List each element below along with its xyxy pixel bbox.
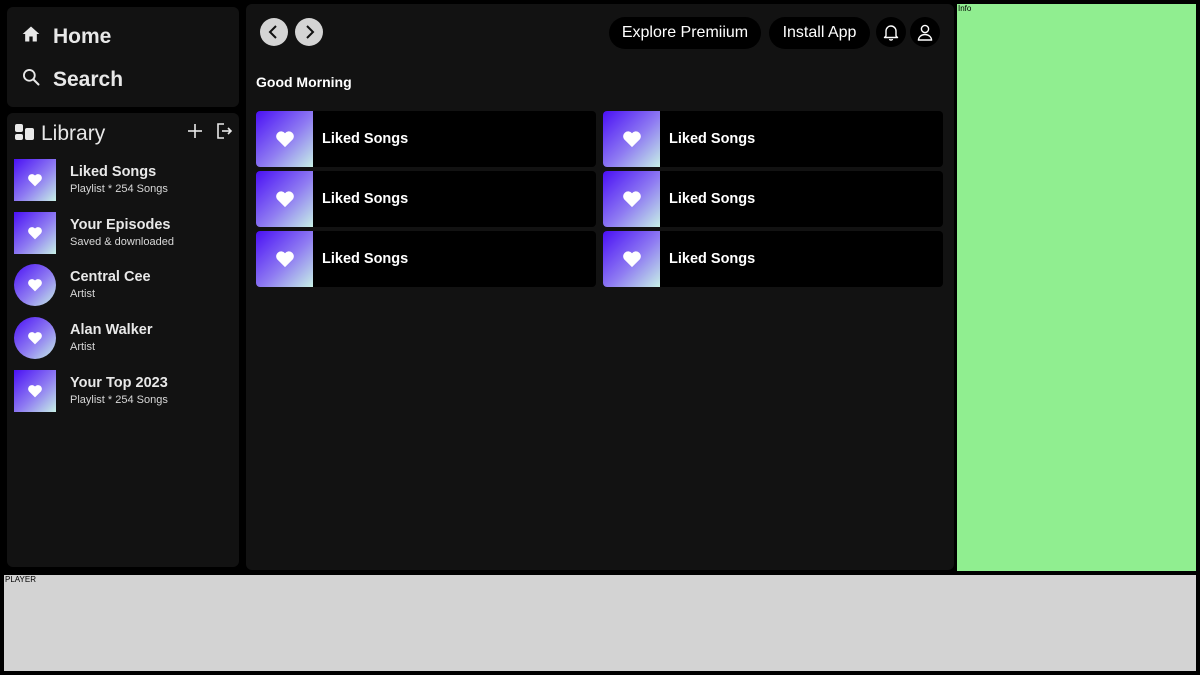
artist-avatar [14,317,56,360]
card-label: Liked Songs [322,131,409,147]
install-app-button[interactable]: Install App [769,17,870,49]
heart-icon [28,384,42,398]
nav-search[interactable]: Search [21,67,123,92]
library-item-alan-walker[interactable]: Alan Walker Artist [14,317,236,360]
heart-icon [275,251,294,268]
card-cover [603,231,660,287]
card-cover [256,171,313,227]
bell-icon [883,25,899,41]
quick-pick-card[interactable]: Liked Songs [603,111,943,167]
card-label: Liked Songs [669,251,756,267]
library-item-subtitle: Playlist * 254 Songs [70,183,168,195]
heart-icon [622,131,641,148]
greeting-heading: Good Morning [256,74,352,90]
playlist-cover [14,369,56,412]
quick-pick-card[interactable]: Liked Songs [256,231,596,287]
quick-pick-card[interactable]: Liked Songs [603,231,943,287]
chevron-right-icon [306,25,315,39]
back-button[interactable] [260,18,288,46]
quick-pick-card[interactable]: Liked Songs [256,171,596,227]
library-item-your-episodes[interactable]: Your Episodes Saved & downloaded [14,211,236,254]
player-bar-label: PLAYER [5,575,36,584]
nav-search-label: Search [53,67,124,91]
install-app-label: Install App [782,24,857,41]
profile-button[interactable] [910,17,940,47]
forward-button[interactable] [295,18,323,46]
library-item-subtitle: Artist [70,341,96,354]
user-icon [917,24,933,41]
card-cover [256,111,313,167]
search-icon [21,67,41,92]
artist-avatar [14,264,56,307]
info-panel-label: Info [958,4,972,13]
library-item-subtitle: Saved & downloaded [70,235,174,248]
library-title: Library [41,122,106,145]
sidebar-nav: Home Search [7,7,239,107]
heart-icon [622,191,641,208]
card-label: Liked Songs [322,191,409,207]
explore-premium-label: Explore Premiium [621,24,749,41]
quick-pick-card[interactable]: Liked Songs [256,111,596,167]
explore-premium-button[interactable]: Explore Premiium [609,17,761,49]
card-cover [256,231,313,287]
heart-icon [622,251,641,268]
card-cover [603,111,660,167]
library-panel: Library Liked Songs Playlist * 254 Songs [7,113,239,567]
heart-icon [28,332,42,345]
nav-home-label: Home [53,24,112,48]
heart-icon [275,131,294,148]
library-item-central-cee[interactable]: Central Cee Artist [14,264,236,307]
library-header: Library [15,122,233,150]
notifications-button[interactable] [876,17,906,47]
card-cover [603,171,660,227]
logout-icon[interactable] [215,122,233,140]
library-list: Liked Songs Playlist * 254 Songs Your Ep… [14,159,236,422]
library-item-your-top-2023[interactable]: Your Top 2023 Playlist * 254 Songs [14,369,236,412]
info-panel: Info [957,4,1196,571]
library-item-liked-songs[interactable]: Liked Songs Playlist * 254 Songs [14,159,236,201]
chevron-left-icon [268,25,277,39]
playlist-cover [14,159,56,201]
heart-icon [28,226,42,240]
app-window: Home Search Library Liked Songs Playlist… [0,0,1200,675]
library-item-title: Liked Songs [70,164,157,180]
library-item-title: Your Top 2023 [70,374,168,391]
library-item-subtitle: Playlist * 254 Songs [70,393,168,406]
library-item-subtitle: Artist [70,288,96,301]
library-icon [15,123,35,146]
home-icon [21,24,41,49]
library-item-title: Central Cee [70,269,151,286]
library-item-title: Your Episodes [70,216,171,233]
card-label: Liked Songs [322,251,409,267]
card-label: Liked Songs [669,131,756,147]
library-actions [187,122,233,140]
heart-icon [275,191,294,208]
quick-pick-card[interactable]: Liked Songs [603,171,943,227]
heart-icon [28,174,42,187]
player-bar: PLAYER [4,575,1196,671]
nav-home[interactable]: Home [21,24,111,49]
playlist-cover [14,211,56,254]
library-item-title: Alan Walker [70,322,153,339]
main-content: Explore Premiium Install App Good Mornin… [246,4,954,570]
heart-icon [28,279,42,292]
add-icon[interactable] [187,123,203,139]
card-label: Liked Songs [669,191,756,207]
library-toggle[interactable]: Library [15,122,105,146]
